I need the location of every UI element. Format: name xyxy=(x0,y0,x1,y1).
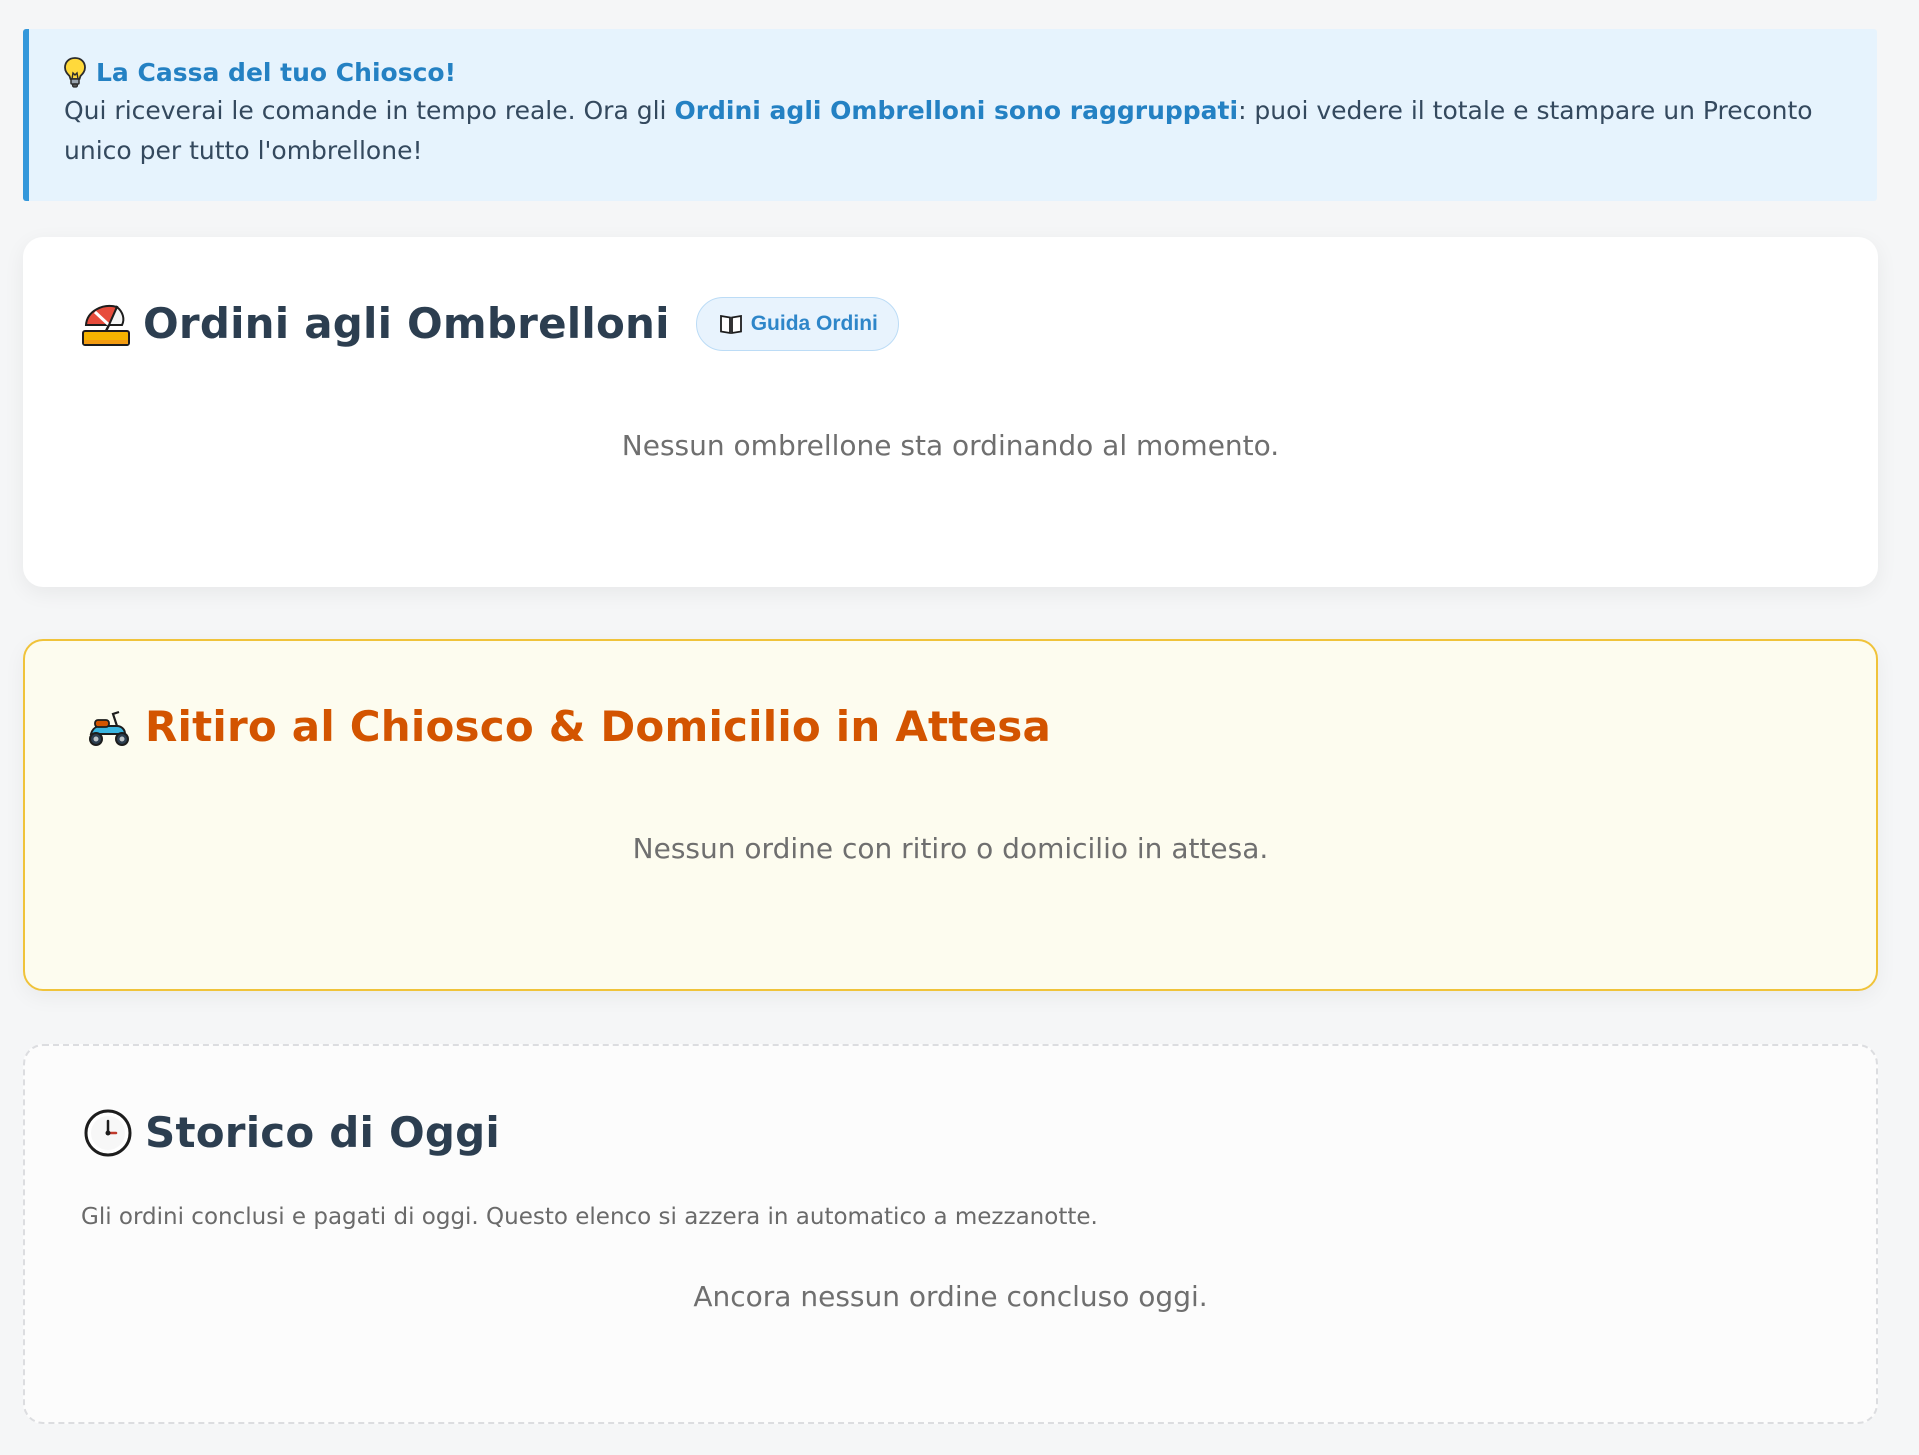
lightbulb-icon xyxy=(64,57,86,89)
umbrella-orders-card: Ordini agli Ombrelloni Guida Ordini Ness… xyxy=(23,237,1878,587)
today-history-description: Gli ordini conclusi e pagati di oggi. Qu… xyxy=(81,1204,1098,1230)
pickup-delivery-header: Ritiro al Chiosco & Domicilio in Attesa xyxy=(83,701,1051,753)
today-history-header: Storico di Oggi xyxy=(83,1107,500,1159)
orders-page: La Cassa del tuo Chiosco! Qui riceverai … xyxy=(0,0,1919,1455)
pickup-delivery-card: Ritiro al Chiosco & Domicilio in Attesa … xyxy=(23,639,1878,991)
info-banner-title: La Cassa del tuo Chiosco! xyxy=(96,58,456,87)
clock-icon xyxy=(83,1108,133,1158)
pickup-delivery-title: Ritiro al Chiosco & Domicilio in Attesa xyxy=(145,702,1052,751)
pickup-delivery-empty-message: Nessun ordine con ritiro o domicilio in … xyxy=(632,832,1269,865)
today-history-card: Storico di Oggi Gli ordini conclusi e pa… xyxy=(23,1044,1878,1424)
umbrella-on-ground-icon xyxy=(81,299,131,349)
orders-guide-button[interactable]: Guida Ordini xyxy=(695,297,899,351)
umbrella-orders-empty-message: Nessun ombrellone sta ordinando al momen… xyxy=(621,429,1280,462)
today-history-empty-message: Ancora nessun ordine concluso oggi. xyxy=(693,1280,1208,1313)
info-text-start: Qui riceverai le comande in tempo reale.… xyxy=(64,96,675,125)
today-history-title: Storico di Oggi xyxy=(145,1108,500,1157)
umbrella-orders-header: Ordini agli Ombrelloni Guida Ordini xyxy=(81,297,899,351)
umbrella-orders-title: Ordini agli Ombrelloni xyxy=(143,299,670,348)
info-banner-title-row: La Cassa del tuo Chiosco! xyxy=(64,55,1877,91)
scooter-icon xyxy=(83,702,133,752)
open-book-icon xyxy=(719,313,743,335)
orders-guide-button-label: Guida Ordini xyxy=(750,312,878,335)
info-banner: La Cassa del tuo Chiosco! Qui riceverai … xyxy=(23,29,1877,201)
info-banner-text: Qui riceverai le comande in tempo reale.… xyxy=(64,91,1844,171)
info-text-highlight: Ordini agli Ombrelloni sono raggruppati xyxy=(674,96,1239,125)
